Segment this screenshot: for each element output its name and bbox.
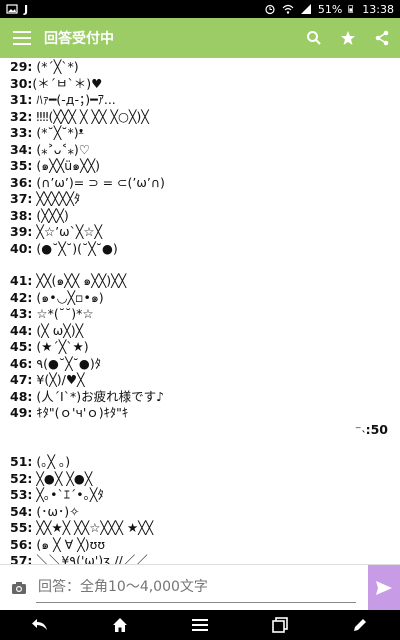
answer-row: 44: (╳ ω╳)╳ xyxy=(10,322,84,338)
hamburger-icon xyxy=(13,31,31,45)
answer-row: 48: (人´Ι`*)お疲れ様です♪ xyxy=(10,388,165,404)
recent-apps-button[interactable] xyxy=(268,613,292,637)
alarm-icon xyxy=(265,4,275,15)
list-icon xyxy=(192,619,208,631)
back-arrow-icon xyxy=(32,619,47,630)
answer-row: 46: ٩(●˘╳˘●)ﾀ xyxy=(10,355,101,371)
answer-row: 33: (*˘╳˘*)ᵜ xyxy=(10,125,84,140)
camera-button[interactable] xyxy=(6,575,32,601)
answer-composer xyxy=(0,564,400,611)
page-title: 回答受付中 xyxy=(44,31,114,47)
answer-row: 34: (⁎˃ᴗ˂⁎)♡ xyxy=(10,141,90,157)
answer-row: 57: ＼＼¥٩('ω')ʒ //／／ xyxy=(10,553,148,564)
star-icon xyxy=(341,31,355,45)
wifi-icon xyxy=(282,4,294,14)
answer-row: 56: (๑ ╳ ∀ ╳)ʊʊ xyxy=(10,536,106,552)
battery-percent: 51% xyxy=(317,2,343,16)
share-icon xyxy=(375,30,389,46)
answer-row: 52: ╳●╳ ╳●╳ xyxy=(10,470,93,486)
answer-row: 29: (*´╳`*) xyxy=(10,59,79,74)
battery-icon xyxy=(348,5,354,13)
clock: 13:38 xyxy=(362,2,394,16)
answer-row: 47: ¥(╳)/♥╳ xyxy=(10,372,85,387)
answer-row: 55: ╳╳★╳ ╳╳☆╳╳╳ ★╳╳ xyxy=(10,520,154,535)
home-icon xyxy=(113,618,127,632)
menu-nav-button[interactable] xyxy=(188,613,212,637)
status-bar: J 51% 13:38 xyxy=(0,0,400,18)
app-bar: 回答受付中 xyxy=(0,18,400,58)
system-nav-bar xyxy=(0,610,400,640)
recent-apps-icon xyxy=(272,617,288,633)
answer-row: 37: ╳╳╳╳╳ﾀ xyxy=(10,191,81,206)
answer-row: 35: (๑╳╳ü๑╳╳) xyxy=(10,158,101,173)
answer-row: 51: (｡╳ ｡) xyxy=(10,454,71,469)
camera-icon xyxy=(12,581,26,594)
answer-row: 36: (∩’ω’)= ⊃ = ⊂(’ω’∩) xyxy=(10,174,165,190)
answer-row: 43: ☆*(˘˘)*☆ xyxy=(10,306,94,321)
back-button[interactable] xyxy=(28,613,52,637)
answer-input[interactable] xyxy=(36,572,356,603)
answer-row: 54: (･ω･)✧ xyxy=(10,503,80,519)
answer-row: 30:(＊´ㅂ`＊)♥ xyxy=(10,75,103,91)
favorite-button[interactable] xyxy=(338,28,358,48)
answer-row-right: ⁻˴:50 xyxy=(354,421,388,437)
answer-row: 38: (╳╳╳) xyxy=(10,207,69,223)
answer-row: 31: ﾊｧ━(-д-；)━ｱ... xyxy=(10,92,116,107)
search-icon xyxy=(307,31,321,45)
pencil-icon xyxy=(354,619,366,631)
menu-button[interactable] xyxy=(8,24,36,52)
answer-row: 32: ‼‼(╳╳╳ ╳ ╳╳ ╳○╳)╳ xyxy=(10,108,149,124)
answer-row: 53: ╳｡•`ｴ´•｡╳ﾀ xyxy=(10,487,104,502)
share-button[interactable] xyxy=(372,28,392,48)
answer-row: 42: (๑•◡╳▫•๑) xyxy=(10,289,104,305)
search-button[interactable] xyxy=(304,28,324,48)
send-icon xyxy=(376,580,392,595)
answer-list[interactable]: 29: (*´╳`*) 30:(＊´ㅂ`＊)♥ 31: ﾊｧ━(-д-；)━ｱ.… xyxy=(0,58,400,564)
answer-row: 49: ｷﾀ"(ｏ'ч'ｏ)ｷﾀ"ｷ xyxy=(10,405,129,420)
answer-row: 45: (★´╳`★) xyxy=(10,339,89,354)
image-notification-icon xyxy=(6,4,18,14)
signal-icon xyxy=(300,4,311,14)
app-notification-label: J xyxy=(24,2,29,16)
home-button[interactable] xyxy=(108,613,132,637)
send-button[interactable] xyxy=(368,564,400,611)
answer-row: 41: ╳╳(๑╳╳ ๑╳╳)╳╳ xyxy=(10,273,127,288)
answer-row: 40: (●˘╳˘)(˘╳˘●) xyxy=(10,240,118,256)
edit-button[interactable] xyxy=(348,613,372,637)
answer-row: 39: ╳☆’ω`╳☆╳ xyxy=(10,224,103,239)
